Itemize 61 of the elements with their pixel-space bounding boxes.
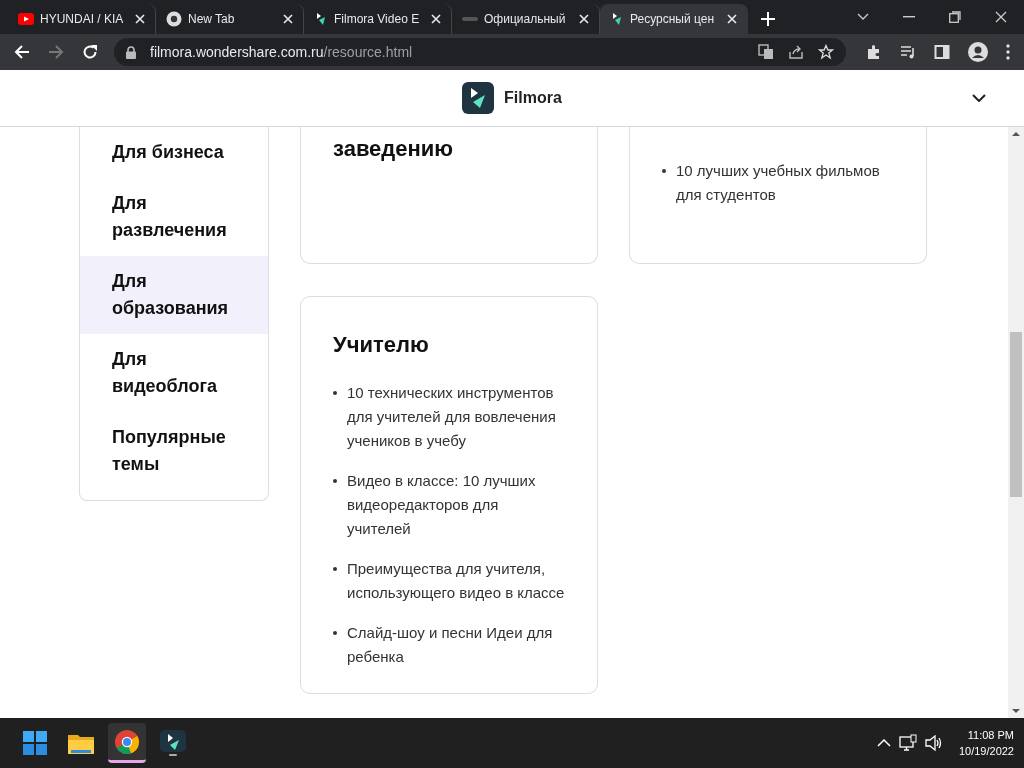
sidebar-item[interactable]: Популярные темы xyxy=(80,412,268,490)
tab-title: Официальный xyxy=(484,12,567,26)
article-link[interactable]: Видео в классе: 10 лучших видеоредакторов для учителей xyxy=(347,469,565,541)
back-arrow-icon[interactable] xyxy=(14,44,30,60)
folder-icon xyxy=(68,732,94,754)
article-link[interactable]: Слайд-шоу и песни Идеи для ребенка xyxy=(347,621,565,669)
sidebar-item[interactable]: Для развлечения xyxy=(80,178,268,256)
share-icon[interactable] xyxy=(788,44,804,60)
close-icon[interactable] xyxy=(281,12,295,26)
tab-title: HYUNDAI / KIA xyxy=(40,12,125,26)
brand-name[interactable]: Filmora xyxy=(504,89,562,107)
close-icon[interactable] xyxy=(725,12,739,26)
translate-icon[interactable] xyxy=(758,44,774,60)
article-link[interactable]: 10 технических инструментов для учителей для вовлечения учеников в учебу xyxy=(347,381,565,453)
reload-icon[interactable] xyxy=(82,44,98,60)
profile-avatar-icon[interactable] xyxy=(968,42,988,62)
card-heading: Учителю xyxy=(333,331,430,359)
close-icon[interactable] xyxy=(577,12,591,26)
sidebar-item[interactable]: Для образования xyxy=(80,256,268,334)
bullet-icon xyxy=(333,567,337,571)
diamond-logo-icon xyxy=(610,12,624,26)
diamond-logo-icon xyxy=(160,730,186,756)
puzzle-icon[interactable] xyxy=(866,44,882,60)
clock-date: 10/19/2022 xyxy=(958,744,1014,759)
card-heading: заведению xyxy=(333,135,455,163)
bullet-icon xyxy=(333,479,337,483)
more-menu-icon[interactable] xyxy=(1006,44,1010,60)
star-icon[interactable] xyxy=(818,44,834,60)
circle-logo-icon xyxy=(115,729,139,754)
sidebar-item[interactable]: Для видеоблога xyxy=(80,334,268,412)
speaker-icon[interactable] xyxy=(924,735,943,751)
forward-arrow-icon[interactable] xyxy=(48,44,64,60)
taskbar-app[interactable] xyxy=(108,723,146,763)
tab-title: New Tab xyxy=(188,12,236,26)
chevron-up-icon[interactable] xyxy=(876,739,891,747)
browser-tab[interactable]: Ресурсный цен xyxy=(600,4,748,34)
article-link[interactable]: 10 лучших учебных фильмов для студентов xyxy=(676,159,894,207)
diamond-logo-icon xyxy=(314,12,328,26)
dash-icon xyxy=(462,14,478,24)
bullet-icon xyxy=(662,169,666,173)
bullet-icon xyxy=(333,391,337,395)
clock-time: 11:08 PM xyxy=(967,728,1014,743)
play-logo-icon xyxy=(18,13,34,25)
bullet-icon xyxy=(333,631,337,635)
address-bar[interactable]: filmora.wondershare.com.ru/resource.html xyxy=(114,38,846,66)
scrollbar[interactable] xyxy=(1008,127,1024,718)
playlist-icon[interactable] xyxy=(900,44,916,60)
clock[interactable]: 11:08 PM 10/19/2022 xyxy=(958,727,1014,759)
side-panel-icon[interactable] xyxy=(934,44,950,60)
sidebar-item[interactable]: Для бизнеса xyxy=(80,127,268,178)
circle-logo-icon xyxy=(166,11,182,27)
diamond-logo-icon[interactable] xyxy=(462,82,495,114)
chevron-down-icon[interactable] xyxy=(972,94,986,102)
lock-icon[interactable] xyxy=(126,45,136,59)
network-icon[interactable] xyxy=(898,734,917,752)
article-link[interactable]: Преимущества для учителя, использующего видео в классе xyxy=(347,557,565,605)
url-text: filmora.wondershare.com.ru/resource.html xyxy=(150,44,413,60)
close-icon[interactable] xyxy=(429,12,443,26)
close-icon[interactable] xyxy=(133,12,147,26)
tab-title: Ресурсный цен xyxy=(630,12,716,26)
tab-title: Filmora Video E xyxy=(334,12,421,26)
